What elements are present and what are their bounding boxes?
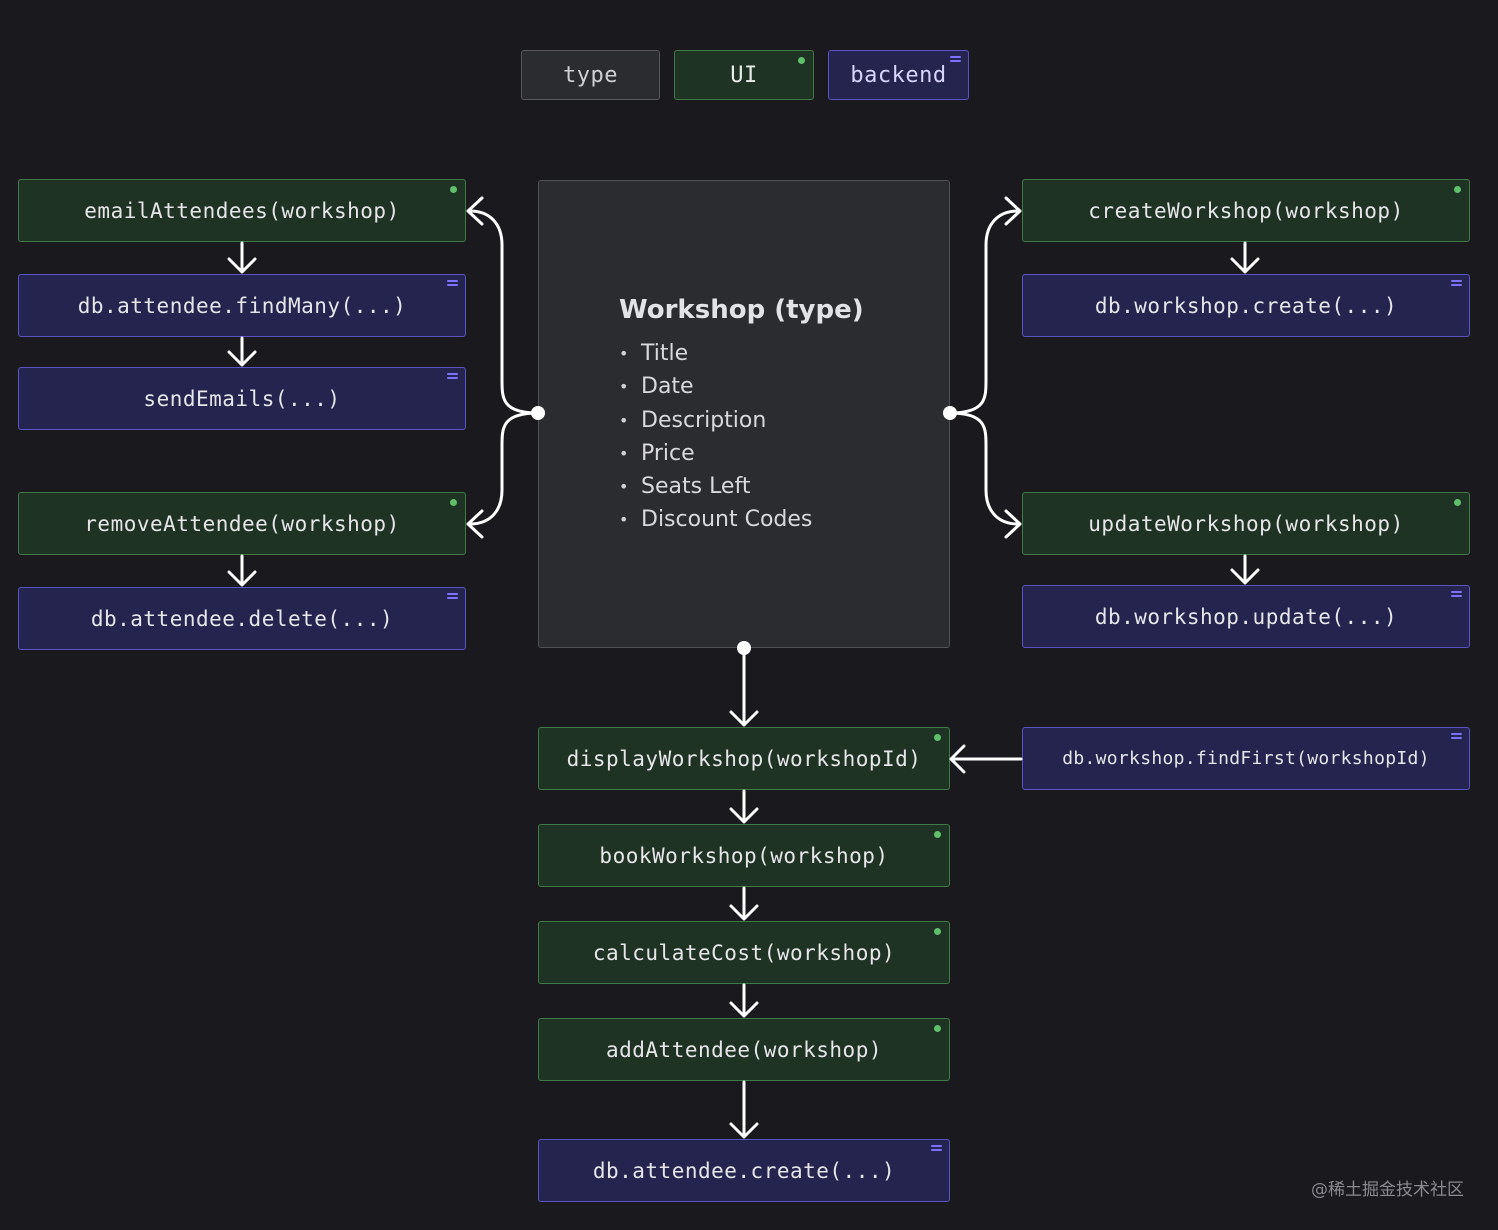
arrow-update-to-dbupdate (1230, 554, 1260, 585)
arrow-add-to-dbcreate (729, 1080, 759, 1139)
arrow-findfirst-to-display (949, 744, 1023, 774)
arrow-type-to-update (948, 411, 1022, 539)
connector-dot-right (943, 406, 957, 420)
arrow-display-to-book (729, 789, 759, 824)
arrow-type-to-email (466, 196, 540, 415)
arrow-calculate-to-add (729, 983, 759, 1018)
arrow-remove-to-delete (227, 554, 257, 587)
connector-layer (227, 196, 1260, 1139)
arrow-create-to-dbcreate (1230, 241, 1260, 274)
arrow-book-to-calculate (729, 886, 759, 921)
arrow-email-to-findmany (227, 241, 257, 274)
connector-dot-left (531, 406, 545, 420)
connector-dot-bottom (737, 641, 751, 655)
arrow-type-to-create (948, 196, 1022, 415)
arrow-type-to-remove (466, 411, 540, 539)
arrow-findmany-to-sendemails (227, 336, 257, 367)
arrow-type-to-display (729, 646, 759, 727)
watermark: @稀土掘金技术社区 (1311, 1180, 1464, 1200)
